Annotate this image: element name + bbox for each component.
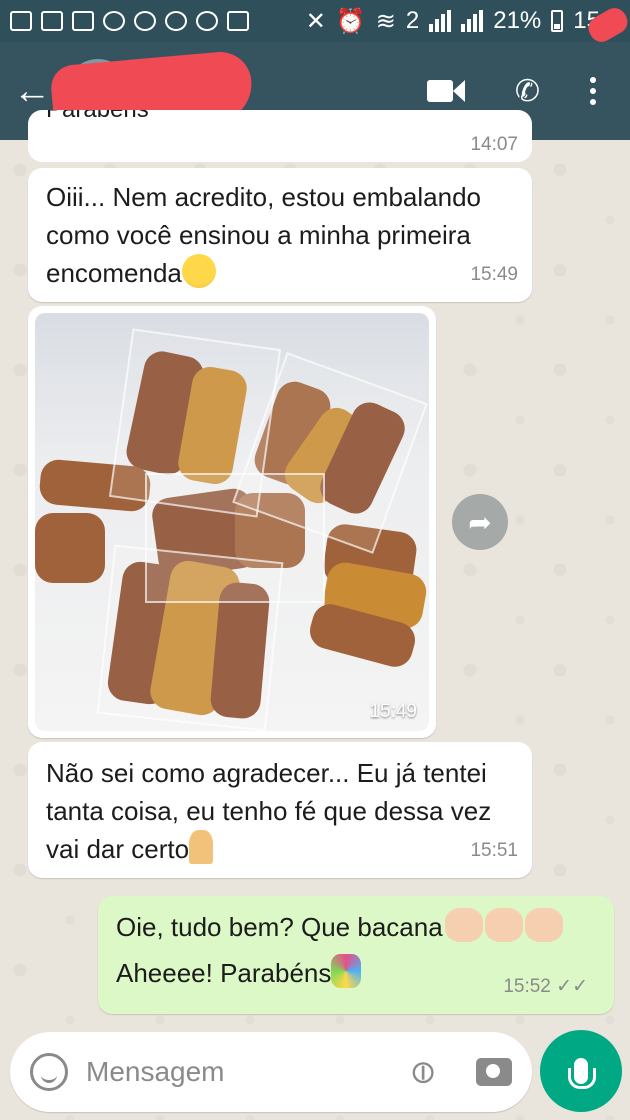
game-controller-icon [196,11,218,31]
header-actions: ✆ [426,74,630,109]
signal-icon [429,10,452,32]
message-time: 15:49 [470,264,518,285]
photo-dog-biscuits[interactable]: 15:49 [35,313,429,731]
gallery-icon [10,11,32,31]
system-status: ✕ ⏰ ≋ 2 21% 15:5 [306,7,620,36]
signal-icon [461,10,484,32]
voice-message-button[interactable] [540,1030,622,1112]
emoji-icon[interactable] [30,1053,68,1091]
message-time: 15:52 ✓✓ [503,976,588,997]
message-text: Oie, tudo bem? Que bacana [116,912,443,942]
message-text: Oiii... Nem acredito, estou embalando co… [46,182,481,288]
battery-icon [551,10,564,32]
folded-hands-icon [189,830,214,864]
clapping-hands-icon [444,908,483,942]
game-controller-icon [134,11,156,31]
message-bubble-outgoing[interactable]: Oie, tudo bem? Que bacana Aheeee! Parabé… [98,896,614,1014]
notification-icons [10,11,249,31]
voicemail-icon [227,11,249,31]
party-popper-icon [331,954,362,988]
message-input[interactable]: Mensagem [86,1056,409,1088]
message-bubble-incoming[interactable]: Não sei como agradecer... Eu já tentei t… [28,742,532,878]
monitor-icon [72,11,94,31]
message-time: 14:07 [470,134,518,155]
crying-face-icon [181,254,216,288]
wifi-icon: ≋ [375,7,396,35]
clapping-hands-icon [524,908,563,942]
mail-icon [41,11,63,31]
forward-button[interactable]: ➦ [452,494,508,550]
message-bubble-incoming[interactable]: Parabéns 14:07 [28,110,532,162]
image-message[interactable]: 15:49 [28,306,436,738]
mute-icon: ✕ [305,7,326,35]
voice-call-icon[interactable]: ✆ [515,74,540,109]
alarm-icon: ⏰ [335,7,366,35]
menu-icon[interactable] [590,77,596,105]
video-call-icon[interactable] [426,80,465,102]
game-controller-icon [165,11,187,31]
instagram-icon [103,11,125,31]
sim-slot: 2 [405,7,420,34]
message-text: Parabéns [46,110,149,124]
battery-percent: 21% [493,7,542,34]
microphone-icon [568,1058,596,1089]
clapping-hands-icon [484,908,523,942]
message-text: Aheeee! Parabéns [116,958,332,988]
read-checkmarks-icon: ✓✓ [556,976,588,997]
message-bubble-incoming[interactable]: Oiii... Nem acredito, estou embalando co… [28,168,532,302]
message-composer: Mensagem ⊘ [10,1032,532,1112]
camera-icon[interactable] [476,1058,512,1086]
forward-icon: ➦ [468,506,492,538]
status-bar: ✕ ⏰ ≋ 2 21% 15:5 [0,0,630,42]
message-text: Não sei como agradecer... Eu já tentei t… [46,758,492,864]
message-time: 15:51 [470,840,518,861]
message-time: 15:49 [369,701,417,722]
